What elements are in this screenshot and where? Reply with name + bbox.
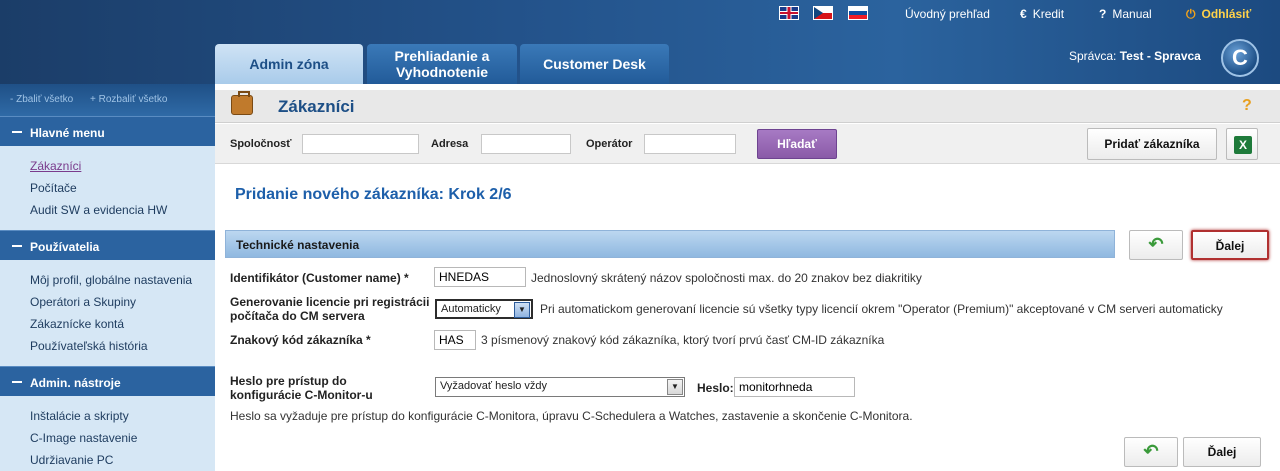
chevron-down-icon: ▼	[667, 379, 683, 395]
help-icon[interactable]: ?	[1242, 97, 1252, 115]
admin-name: Test - Spravca	[1119, 49, 1201, 63]
tab-customer-desk[interactable]: Customer Desk	[520, 44, 669, 84]
company-filter-label: Spoločnosť	[230, 138, 292, 150]
logout-link[interactable]: ⏻ Odhlásiť	[1186, 7, 1251, 22]
sidebar-section-users[interactable]: Používatelia	[0, 230, 215, 260]
identifier-label: Identifikátor (Customer name) *	[230, 271, 409, 285]
title-bar: Zákazníci ?	[215, 90, 1280, 123]
excel-icon: X	[1234, 136, 1252, 154]
step-title: Pridanie nového zákazníka: Krok 2/6	[235, 186, 512, 203]
add-customer-button[interactable]: Pridať zákazníka	[1087, 128, 1217, 160]
company-filter-input[interactable]	[302, 134, 419, 154]
main-content: Zákazníci ? Spoločnosť Adresa Operátor H…	[215, 84, 1280, 471]
euro-icon: €	[1020, 7, 1027, 21]
next-button-bottom[interactable]: Ďalej	[1183, 437, 1261, 467]
back-arrow-icon: ↶	[1143, 441, 1159, 461]
identifier-input[interactable]	[434, 267, 526, 287]
sidebar-item-installations[interactable]: Inštalácie a skripty	[30, 406, 215, 428]
sidebar-item-customer-accounts[interactable]: Zákaznícke kontá	[30, 314, 215, 336]
collapse-all-link[interactable]: - Zbaliť všetko	[10, 94, 73, 105]
sidebar-section-items: Môj profil, globálne nastavenia Operátor…	[0, 260, 215, 366]
password-mode-value: Vyžadovať heslo vždy	[440, 380, 548, 392]
header: Úvodný prehľad € Kredit ? Manual ⏻ Odhlásiť…	[0, 0, 1280, 84]
sidebar-item-user-history[interactable]: Používateľská história	[30, 336, 215, 358]
customer-code-description: 3 písmenový znakový kód zákazníka, ktorý…	[481, 333, 885, 347]
back-button[interactable]: ↶	[1129, 230, 1183, 260]
sidebar-item-pc-maintenance[interactable]: Udržiavanie PC	[30, 450, 215, 471]
sidebar-item-cimage[interactable]: C-Image nastavenie	[30, 428, 215, 450]
credit-label: Kredit	[1032, 7, 1065, 21]
slovak-flag-icon[interactable]	[848, 6, 868, 20]
sidebar-item-my-profile[interactable]: Môj profil, globálne nastavenia	[30, 270, 215, 292]
next-button[interactable]: Ďalej	[1191, 230, 1269, 260]
address-filter-label: Adresa	[431, 138, 469, 150]
admin-label: Správca:	[1069, 49, 1117, 63]
identifier-description: Jednoslovný skrátený názov spoločnosti m…	[531, 271, 922, 285]
password-label: Heslo:	[697, 381, 734, 395]
home-overview-link[interactable]: Úvodný prehľad	[905, 7, 990, 21]
manual-label: Manual	[1112, 7, 1152, 21]
customer-code-label: Znakový kód zákazníka *	[230, 333, 371, 347]
credit-link[interactable]: € Kredit	[1020, 7, 1064, 21]
back-arrow-icon: ↶	[1148, 234, 1164, 254]
search-button[interactable]: Hľadať	[757, 129, 837, 159]
sidebar-section-main-menu[interactable]: Hlavné menu	[0, 116, 215, 146]
expand-all-link[interactable]: + Rozbaliť všetko	[90, 94, 167, 105]
license-select-value: Automaticky	[441, 303, 501, 315]
next-label: Ďalej	[1215, 239, 1245, 253]
sidebar-section-items: Zákazníci Počítače Audit SW a evidencia …	[0, 146, 215, 230]
operator-filter-input[interactable]	[644, 134, 736, 154]
technical-settings-header: Technické nastavenia	[225, 230, 1115, 258]
power-icon: ⏻	[1186, 7, 1196, 21]
collapse-bar: - Zbaliť všetko + Rozbaliť všetko	[0, 84, 215, 116]
excel-export-button[interactable]: X	[1226, 128, 1258, 160]
top-bar: Úvodný prehľad € Kredit ? Manual ⏻ Odhlásiť	[0, 0, 1280, 28]
license-select[interactable]: Automaticky ▼	[435, 299, 533, 319]
briefcase-icon	[231, 91, 253, 115]
sidebar-item-operators[interactable]: Operátori a Skupiny	[30, 292, 215, 314]
question-icon: ?	[1099, 7, 1107, 21]
password-input[interactable]	[734, 377, 855, 397]
license-description: Pri automatickom generovaní licencie sú …	[540, 302, 1223, 316]
page-title: Zákazníci	[278, 97, 355, 116]
password-note: Heslo sa vyžaduje pre prístup do konfigu…	[230, 409, 913, 423]
sidebar-item-customers[interactable]: Zákazníci	[30, 156, 215, 178]
password-access-label: Heslo pre prístup do konfigurácie C-Moni…	[230, 374, 373, 402]
tab-browse-evaluate[interactable]: Prehliadanie a Vyhodnotenie	[367, 44, 517, 84]
operator-filter-label: Operátor	[586, 138, 633, 150]
logout-label: Odhlásiť	[1201, 7, 1252, 21]
sidebar: - Zbaliť všetko + Rozbaliť všetko Hlavné…	[0, 84, 215, 471]
next-label: Ďalej	[1207, 445, 1237, 459]
manual-link[interactable]: ? Manual	[1099, 7, 1152, 21]
license-label: Generovanie licencie pri registrácii poč…	[230, 295, 430, 323]
address-filter-input[interactable]	[481, 134, 571, 154]
tab-admin-zone[interactable]: Admin zóna	[215, 44, 363, 84]
sidebar-item-audit[interactable]: Audit SW a evidencia HW	[30, 200, 215, 222]
filter-bar: Spoločnosť Adresa Operátor Hľadať Pridať…	[215, 124, 1280, 164]
chevron-down-icon: ▼	[514, 302, 530, 318]
admin-info: Správca: Test - Spravca	[1069, 49, 1201, 63]
sidebar-section-items: Inštalácie a skripty C-Image nastavenie …	[0, 396, 215, 471]
back-button-bottom[interactable]: ↶	[1124, 437, 1178, 467]
sidebar-item-computers[interactable]: Počítače	[30, 178, 215, 200]
password-mode-select[interactable]: Vyžadovať heslo vždy ▼	[435, 377, 685, 397]
sidebar-section-admin-tools[interactable]: Admin. nástroje	[0, 366, 215, 396]
english-flag-icon[interactable]	[779, 6, 799, 20]
customer-code-input[interactable]	[434, 330, 476, 350]
cmonitor-logo-icon: C	[1221, 39, 1259, 77]
czech-flag-icon[interactable]	[813, 6, 833, 20]
